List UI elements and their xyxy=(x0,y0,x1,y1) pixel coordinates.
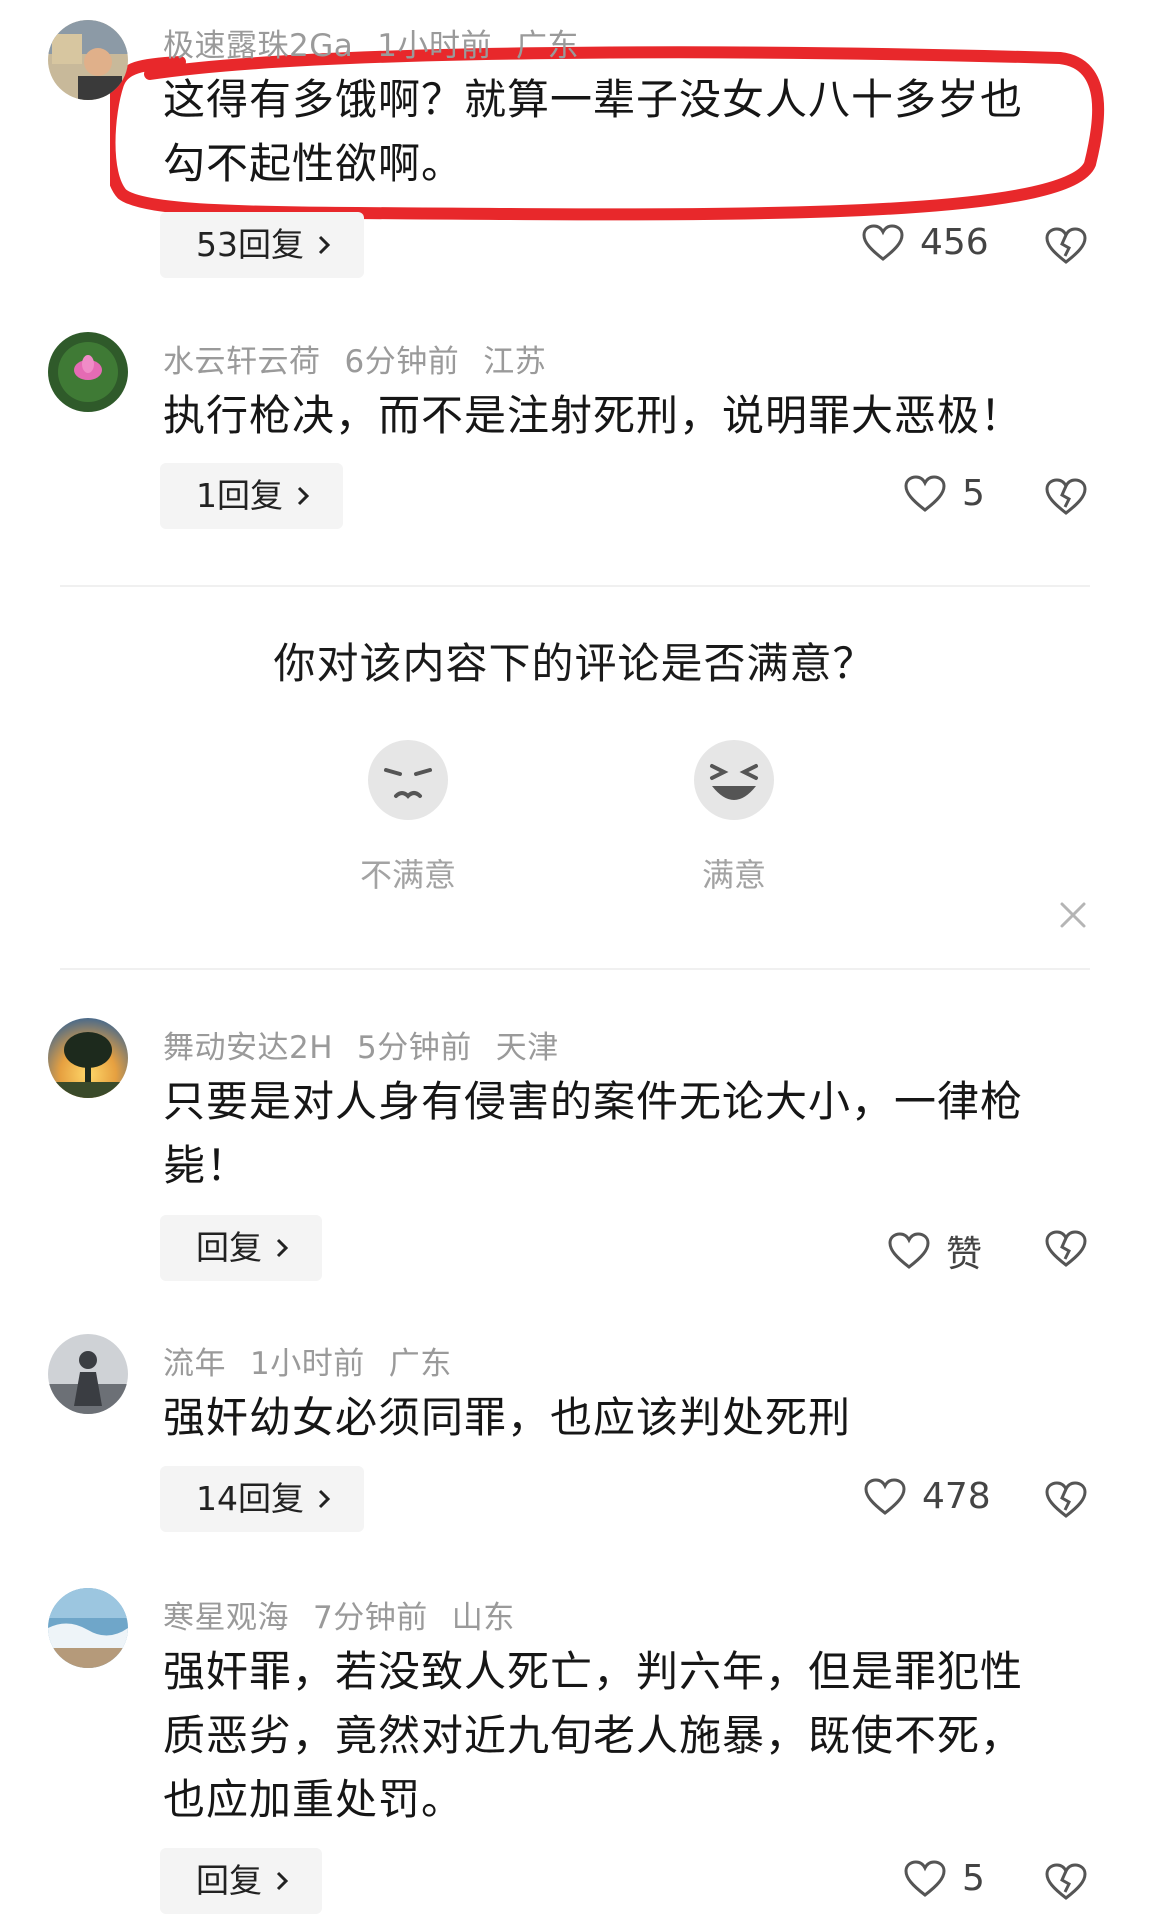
heart-outline-icon xyxy=(864,1477,906,1515)
divider xyxy=(60,585,1090,587)
like-count: 478 xyxy=(922,1476,991,1517)
broken-heart-icon[interactable] xyxy=(1045,477,1087,517)
chevron-right-icon xyxy=(297,486,310,506)
comment-text[interactable]: 只要是对人身有侵害的案件无论大小，一律枪 毙！ xyxy=(163,1070,1063,1198)
username[interactable]: 水云轩云荷 xyxy=(163,344,321,380)
location: 江苏 xyxy=(483,344,547,380)
like-count: 5 xyxy=(962,1858,985,1899)
comment-meta: 极速露珠2Ga 1小时前 广东 xyxy=(163,20,603,65)
comment-text[interactable]: 强奸幼女必须同罪，也应该判处死刑 xyxy=(163,1386,1063,1450)
username[interactable]: 舞动安达2H xyxy=(163,1030,333,1066)
comment-text-line: 这得有多饿啊？就算一辈子没女人八十多岁也 xyxy=(163,75,1024,124)
location: 天津 xyxy=(495,1030,559,1066)
comment-text[interactable]: 强奸罪，若没致人死亡，判六年，但是罪犯性 质恶劣，竟然对近九旬老人施暴，既使不死… xyxy=(163,1640,1063,1832)
comment-text-line: 也应加重处罚。 xyxy=(163,1775,465,1824)
broken-heart-icon[interactable] xyxy=(1045,1229,1087,1269)
comment-text-line: 执行枪决，而不是注射死刑，说明罪大恶极！ xyxy=(163,391,1024,440)
view-replies-button[interactable]: 53回复 xyxy=(160,212,364,278)
avatar[interactable] xyxy=(48,1588,128,1668)
timestamp: 7分钟前 xyxy=(313,1600,428,1636)
heart-outline-icon xyxy=(904,474,946,512)
heart-outline-icon xyxy=(862,223,904,261)
chevron-right-icon xyxy=(276,1871,289,1891)
timestamp: 1小时前 xyxy=(377,28,492,64)
view-replies-button[interactable]: 14回复 xyxy=(160,1466,364,1532)
avatar[interactable] xyxy=(48,332,128,412)
username[interactable]: 流年 xyxy=(163,1346,226,1382)
happy-face-icon[interactable] xyxy=(692,738,776,822)
comment-text-line: 毙！ xyxy=(163,1141,250,1190)
comment-text-line: 质恶劣，竟然对近九旬老人施暴，既使不死， xyxy=(163,1711,1024,1760)
timestamp: 6分钟前 xyxy=(344,344,460,380)
reply-button[interactable]: 回复 xyxy=(160,1848,322,1914)
avatar[interactable] xyxy=(48,1018,128,1098)
reply-button[interactable]: 回复 xyxy=(160,1215,322,1281)
comment-text-line: 强奸幼女必须同罪，也应该判处死刑 xyxy=(163,1393,852,1442)
unhappy-face-icon[interactable] xyxy=(366,738,450,822)
reply-label: 回复 xyxy=(196,1228,262,1267)
survey-title: 你对该内容下的评论是否满意？ xyxy=(273,639,876,688)
like-count: 赞 xyxy=(946,1234,983,1275)
comment-meta: 流年 1小时前 广东 xyxy=(163,1338,476,1383)
comment-meta: 寒星观海 7分钟前 山东 xyxy=(163,1592,539,1637)
broken-heart-icon[interactable] xyxy=(1045,226,1087,266)
reply-label: 14回复 xyxy=(196,1479,304,1518)
comment-meta: 舞动安达2H 5分钟前 天津 xyxy=(163,1022,583,1067)
timestamp: 1小时前 xyxy=(250,1346,365,1382)
comment-text[interactable]: 这得有多饿啊？就算一辈子没女人八十多岁也 勾不起性欲啊。 xyxy=(163,68,1063,196)
like-button[interactable]: 478 xyxy=(864,1476,991,1517)
comment-meta: 水云轩云荷 6分钟前 江苏 xyxy=(163,336,570,381)
broken-heart-icon[interactable] xyxy=(1045,1862,1087,1902)
reply-label: 回复 xyxy=(196,1861,262,1900)
location: 山东 xyxy=(451,1600,515,1636)
username[interactable]: 寒星观海 xyxy=(163,1600,289,1636)
view-replies-button[interactable]: 1回复 xyxy=(160,463,343,529)
like-button[interactable]: 5 xyxy=(904,1858,985,1899)
like-button[interactable]: 5 xyxy=(904,473,985,514)
chevron-right-icon xyxy=(276,1238,289,1258)
like-button[interactable]: 赞 xyxy=(888,1225,982,1277)
location: 广东 xyxy=(515,28,579,64)
comment-text[interactable]: 执行枪决，而不是注射死刑，说明罪大恶极！ xyxy=(163,384,1063,448)
like-button[interactable]: 456 xyxy=(862,222,989,263)
reply-label: 1回复 xyxy=(196,476,283,515)
timestamp: 5分钟前 xyxy=(357,1030,472,1066)
close-icon[interactable] xyxy=(1058,900,1088,930)
like-count: 456 xyxy=(920,222,989,263)
location: 广东 xyxy=(388,1346,452,1382)
comment-text-line: 只要是对人身有侵害的案件无论大小，一律枪 xyxy=(163,1077,1024,1126)
chevron-right-icon xyxy=(318,1489,331,1509)
reply-label: 53回复 xyxy=(196,225,304,264)
avatar[interactable] xyxy=(48,20,128,100)
comment-text-line: 强奸罪，若没致人死亡，判六年，但是罪犯性 xyxy=(163,1647,1024,1696)
avatar[interactable] xyxy=(48,1334,128,1414)
chevron-right-icon xyxy=(318,235,331,255)
username[interactable]: 极速露珠2Ga xyxy=(163,28,353,64)
like-count: 5 xyxy=(962,473,985,514)
broken-heart-icon[interactable] xyxy=(1045,1480,1087,1520)
comment-text-line: 勾不起性欲啊。 xyxy=(163,139,465,188)
option-satisfied-label[interactable]: 满意 xyxy=(634,850,834,896)
heart-outline-icon xyxy=(904,1859,946,1897)
heart-outline-icon xyxy=(888,1232,930,1269)
divider xyxy=(60,968,1090,970)
option-unsatisfied-label[interactable]: 不满意 xyxy=(308,850,508,896)
